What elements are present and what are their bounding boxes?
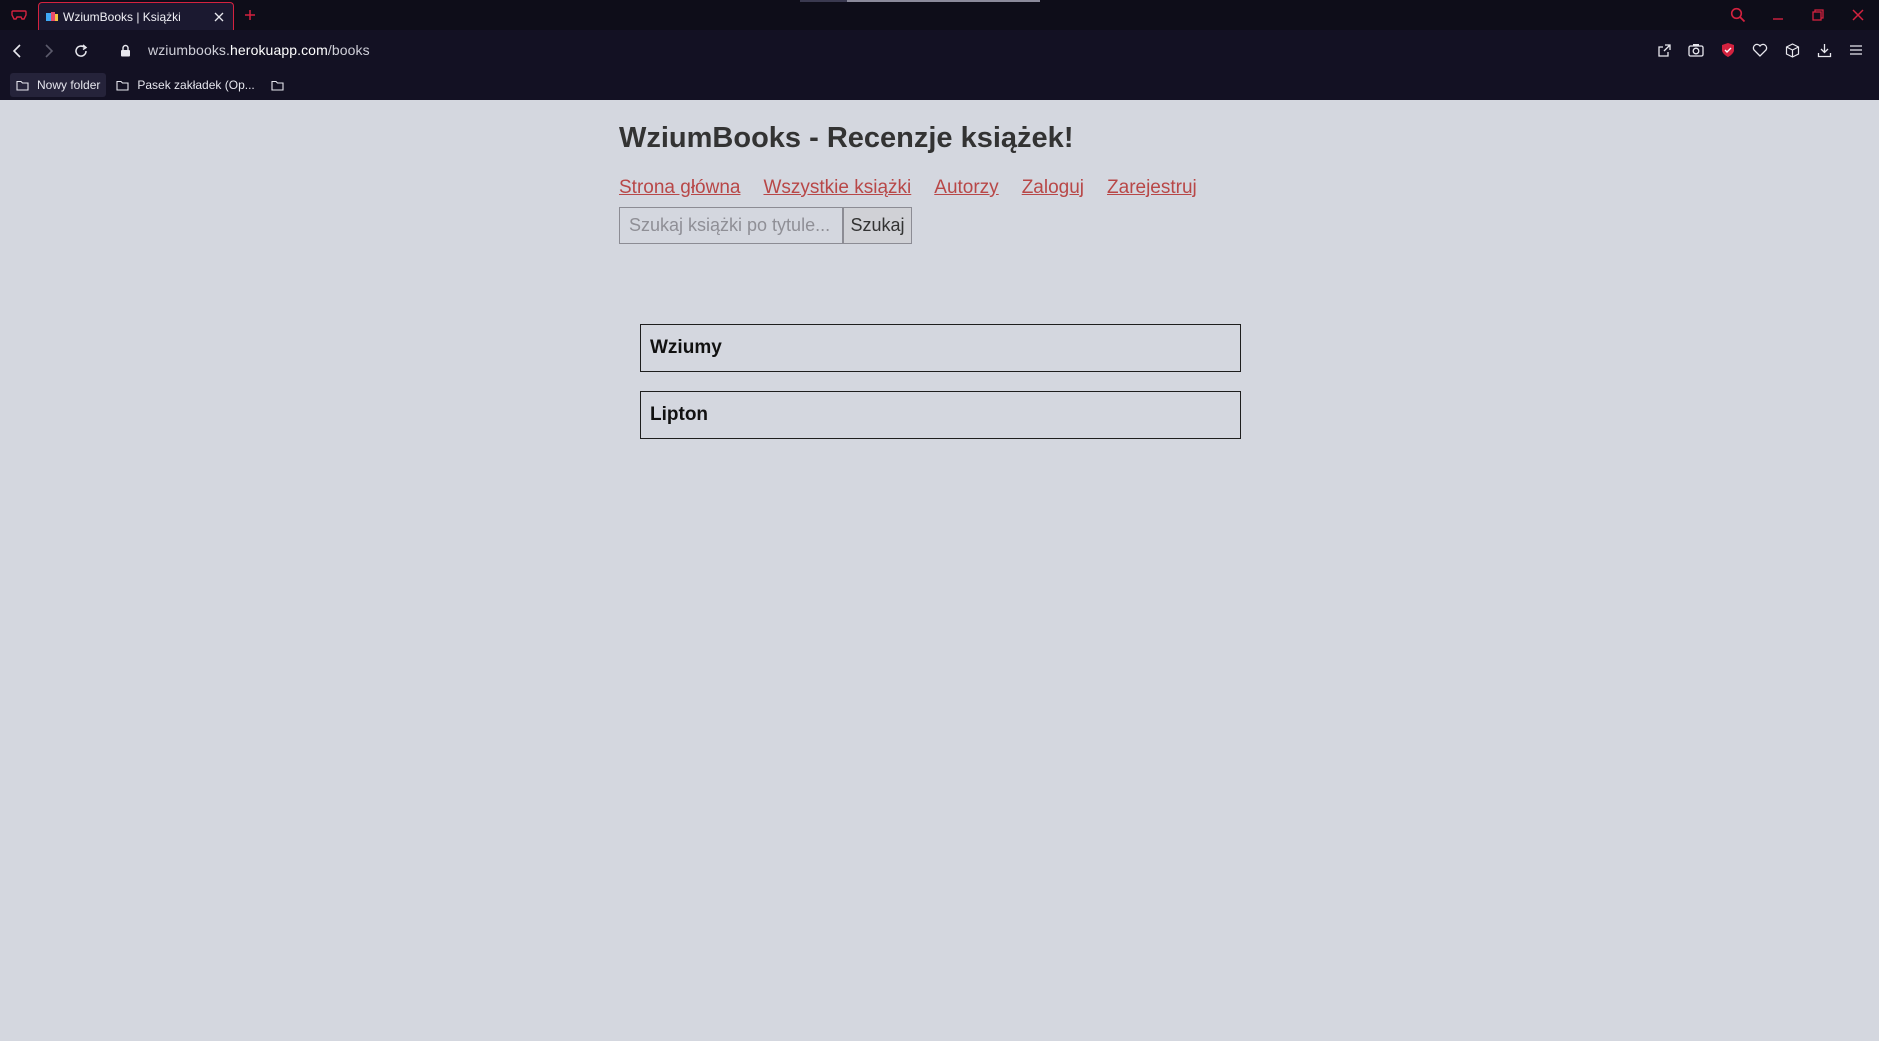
- bookmark-folder-3[interactable]: [265, 73, 298, 97]
- share-icon[interactable]: [1653, 39, 1675, 61]
- address-bar: wziumbooks.herokuapp.com/books: [0, 30, 1879, 70]
- heart-icon[interactable]: [1749, 39, 1771, 61]
- minimize-icon[interactable]: [1764, 4, 1792, 26]
- shield-icon[interactable]: [1717, 39, 1739, 61]
- folder-icon: [271, 80, 284, 91]
- url-field[interactable]: wziumbooks.herokuapp.com/books: [118, 39, 370, 61]
- bookmark-label: Pasek zakładek (Op...: [137, 78, 255, 92]
- close-window-icon[interactable]: [1844, 4, 1872, 26]
- url-text: wziumbooks.herokuapp.com/books: [148, 42, 370, 58]
- tab-close-icon[interactable]: [211, 9, 227, 25]
- bookmark-folder-2[interactable]: Pasek zakładek (Op...: [110, 73, 260, 97]
- favicon-icon: [46, 11, 58, 21]
- book-item[interactable]: Wziumy: [640, 324, 1241, 372]
- toolbar-right: [1653, 39, 1867, 61]
- search-input[interactable]: [619, 207, 843, 244]
- nav-link-all-books[interactable]: Wszystkie książki: [763, 177, 911, 199]
- browser-chrome: WziumBooks | Książki wziumbooks.herokuap…: [0, 0, 1879, 100]
- menu-icon[interactable]: [1845, 39, 1867, 61]
- url-host: herokuapp.com: [230, 42, 328, 58]
- download-icon[interactable]: [1813, 39, 1835, 61]
- url-path: /books: [327, 42, 370, 58]
- lock-icon: [118, 43, 132, 57]
- tab-active[interactable]: WziumBooks | Książki: [38, 2, 234, 30]
- search-icon[interactable]: [1724, 4, 1752, 26]
- nav-link-home[interactable]: Strona główna: [619, 177, 740, 199]
- folder-icon: [16, 80, 29, 91]
- book-item[interactable]: Lipton: [640, 391, 1241, 439]
- forward-icon[interactable]: [38, 40, 60, 62]
- bookmarks-bar: Nowy folder Pasek zakładek (Op...: [0, 70, 1879, 100]
- book-list: Wziumy Lipton: [640, 324, 1241, 458]
- reload-icon[interactable]: [70, 40, 92, 62]
- nav-link-login[interactable]: Zaloguj: [1022, 177, 1084, 199]
- tab-title: WziumBooks | Książki: [63, 9, 181, 24]
- cube-icon[interactable]: [1781, 39, 1803, 61]
- url-prefix: wziumbooks.: [148, 42, 231, 58]
- restore-icon[interactable]: [1804, 4, 1832, 26]
- bookmark-folder-1[interactable]: Nowy folder: [10, 73, 107, 97]
- new-tab-icon[interactable]: [240, 5, 260, 25]
- search-form: Szukaj: [619, 207, 912, 244]
- browser-menu-icon[interactable]: [8, 6, 30, 24]
- site-title: WziumBooks - Recenzje książek!: [619, 122, 1074, 154]
- nav-link-register[interactable]: Zarejestruj: [1107, 177, 1197, 199]
- folder-icon: [116, 80, 129, 91]
- back-icon[interactable]: [6, 40, 28, 62]
- nav-link-authors[interactable]: Autorzy: [934, 177, 998, 199]
- drag-indicator: [800, 0, 1040, 2]
- bookmark-label: Nowy folder: [37, 78, 101, 92]
- search-button[interactable]: Szukaj: [843, 207, 912, 244]
- page-content: WziumBooks - Recenzje książek! Strona gł…: [0, 100, 1879, 1041]
- tab-strip: WziumBooks | Książki: [0, 0, 1879, 30]
- site-nav: Strona główna Wszystkie książki Autorzy …: [619, 177, 1220, 199]
- camera-icon[interactable]: [1685, 39, 1707, 61]
